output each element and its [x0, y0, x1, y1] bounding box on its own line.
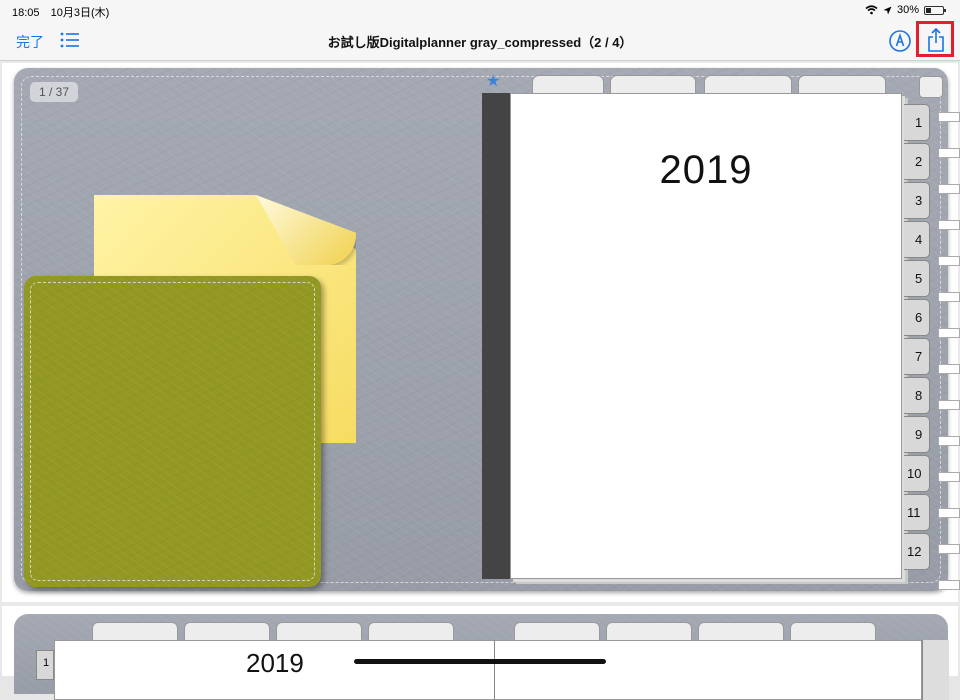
document-title: お試し版Digitalplanner gray_compressed（2 / 4…	[327, 35, 633, 50]
month-tab-1[interactable]: 1	[904, 104, 930, 141]
binder-ring	[938, 472, 960, 482]
binder-ring	[938, 400, 960, 410]
cover-pocket	[24, 276, 321, 587]
nav-bar: 完了 お試し版Digitalplanner gray_compressed（2 …	[0, 20, 960, 61]
share-highlight	[916, 21, 954, 57]
right-tab-strip	[922, 640, 949, 700]
top-tab[interactable]	[276, 622, 362, 642]
top-tab[interactable]	[606, 622, 692, 642]
top-tab[interactable]	[368, 622, 454, 642]
year-spread-page[interactable]	[54, 640, 922, 700]
star-icon[interactable]: ★	[486, 71, 500, 91]
top-tab[interactable]	[92, 622, 178, 642]
month-tab-12[interactable]: 12	[904, 533, 930, 570]
document-area[interactable]: 1 / 37 ★ 2019 1 2 3 4 5 6 7 8 9 10 11 12…	[0, 61, 960, 700]
binder-ring	[938, 148, 960, 158]
binder-ring	[938, 184, 960, 194]
month-tab-8[interactable]: 8	[904, 377, 930, 414]
month-tab-6[interactable]: 6	[904, 299, 930, 336]
binder-ring	[938, 580, 960, 590]
page-counter: 1 / 37	[30, 82, 79, 102]
status-time: 18:05	[12, 7, 40, 19]
top-tab[interactable]	[514, 622, 600, 642]
status-date: 10月3日(木)	[50, 7, 110, 19]
top-tab[interactable]	[184, 622, 270, 642]
planner-cover-page-2: 2019 1	[14, 614, 949, 700]
corner-tab[interactable]	[919, 76, 943, 98]
binder-spine	[482, 93, 510, 579]
year-title-page-2: 2019	[246, 648, 304, 678]
binder-ring	[938, 544, 960, 554]
binder-ring	[938, 256, 960, 266]
binder-ring	[938, 112, 960, 122]
binder-ring	[938, 292, 960, 302]
top-tab[interactable]	[790, 622, 876, 642]
done-button[interactable]: 完了	[16, 32, 44, 52]
pocket-stitching	[30, 282, 315, 581]
month-tab-2[interactable]: 2	[904, 143, 930, 180]
year-title: 2019	[659, 148, 753, 192]
binder-ring	[938, 328, 960, 338]
side-tab-1[interactable]: 1	[36, 650, 54, 680]
pdf-page-1[interactable]: 1 / 37 ★ 2019 1 2 3 4 5 6 7 8 9 10 11 12	[2, 63, 960, 602]
page-divider	[494, 640, 495, 700]
status-right: 30%	[865, 4, 946, 16]
home-indicator[interactable]	[354, 659, 606, 664]
planner-cover: 1 / 37 ★ 2019 1 2 3 4 5 6 7 8 9 10 11 12	[14, 68, 960, 591]
list-icon[interactable]	[60, 31, 80, 49]
location-arrow-icon	[883, 6, 892, 14]
binder-ring	[938, 220, 960, 230]
month-tab-7[interactable]: 7	[904, 338, 930, 375]
status-bar: 18:05 10月3日(木) 30%	[0, 0, 960, 20]
battery-icon	[924, 5, 946, 15]
month-tab-9[interactable]: 9	[904, 416, 930, 453]
markup-pen-icon[interactable]	[888, 29, 912, 53]
month-tab-4[interactable]: 4	[904, 221, 930, 258]
wifi-icon	[865, 5, 878, 15]
battery-percent: 30%	[896, 4, 919, 16]
binder-ring	[938, 508, 960, 518]
binder-ring	[938, 364, 960, 374]
month-tab-11[interactable]: 11	[904, 494, 930, 531]
binder-ring	[938, 436, 960, 446]
month-tab-3[interactable]: 3	[904, 182, 930, 219]
year-page[interactable]: 2019	[510, 93, 902, 579]
top-tab[interactable]	[698, 622, 784, 642]
month-tab-10[interactable]: 10	[904, 455, 930, 492]
pdf-page-2[interactable]: 2019 1	[2, 606, 958, 700]
month-tab-5[interactable]: 5	[904, 260, 930, 297]
share-icon[interactable]	[927, 28, 945, 52]
status-left: 18:05 10月3日(木)	[12, 4, 117, 20]
